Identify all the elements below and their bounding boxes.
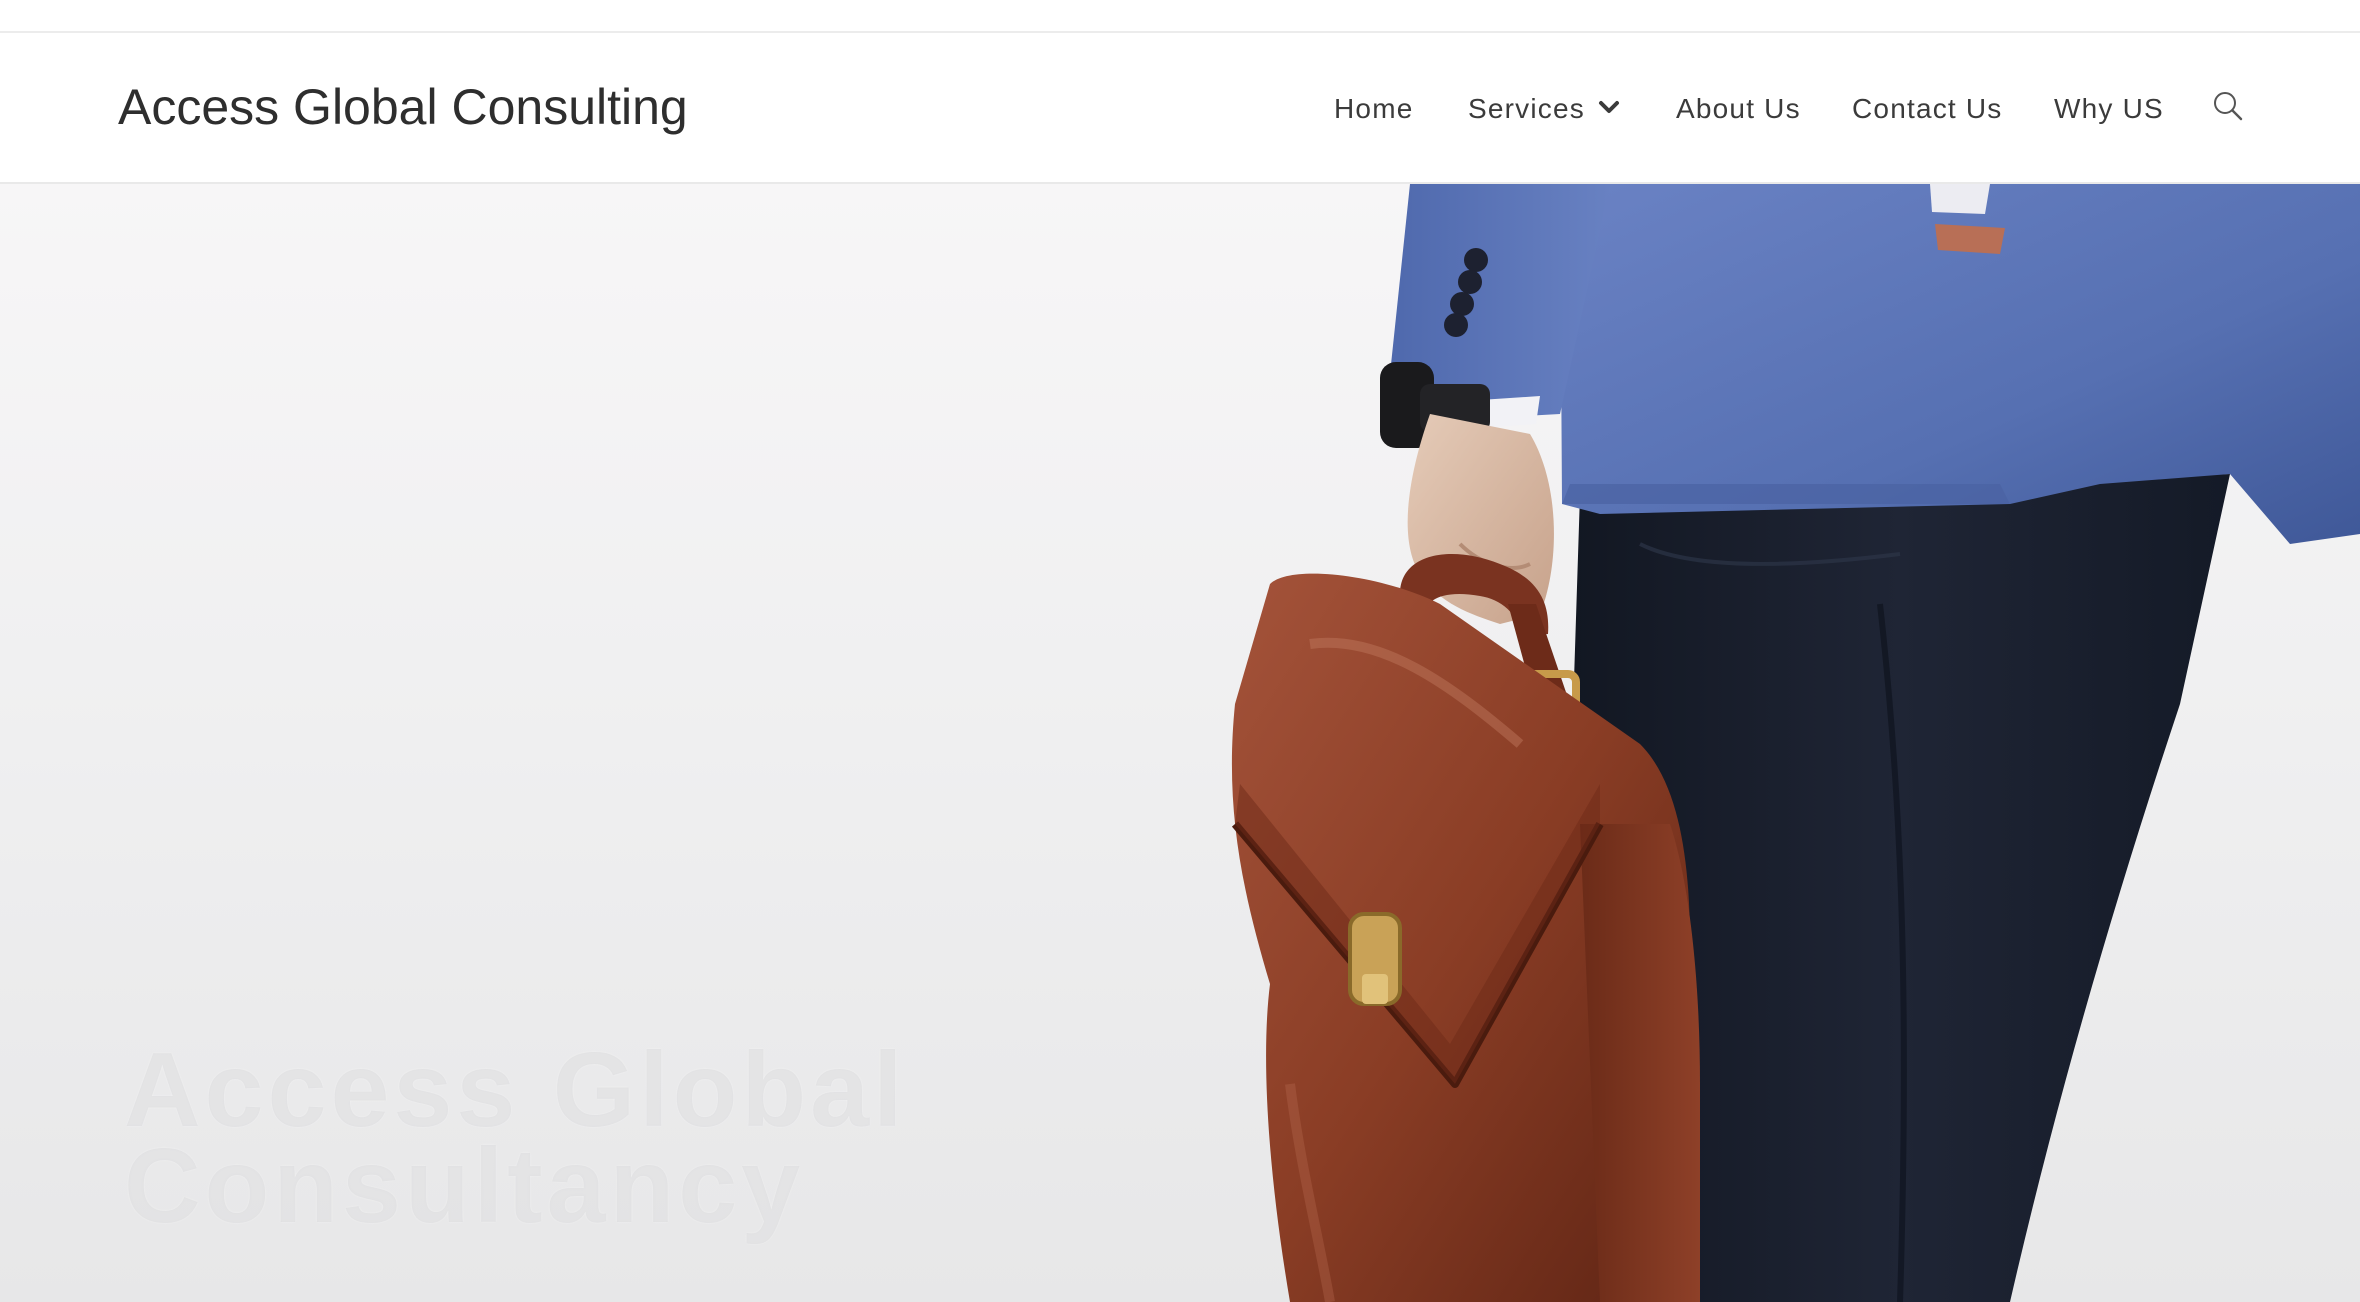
- hero-heading-line-2: Consultancy: [124, 1127, 805, 1245]
- hero-heading: Access Global Consultancy: [124, 1031, 907, 1245]
- main-navigation: Home Services About Us Contact Us Why US: [0, 33, 2360, 184]
- hero-section: Access Global Consultancy: [0, 184, 2360, 1302]
- nav-about-link[interactable]: About Us: [1676, 89, 1801, 129]
- nav-services-link[interactable]: Services: [1468, 89, 1585, 129]
- search-icon[interactable]: [2212, 88, 2246, 128]
- chevron-down-icon[interactable]: [1598, 95, 1620, 121]
- nav-why-link[interactable]: Why US: [2054, 89, 2164, 129]
- hero-heading-line-1: Access Global: [124, 1031, 907, 1149]
- nav-home-link[interactable]: Home: [1334, 89, 1414, 129]
- site-header: Access Global Consulting Home Services A…: [0, 33, 2360, 184]
- top-strip: [0, 0, 2360, 33]
- nav-contact-link[interactable]: Contact Us: [1852, 89, 2003, 129]
